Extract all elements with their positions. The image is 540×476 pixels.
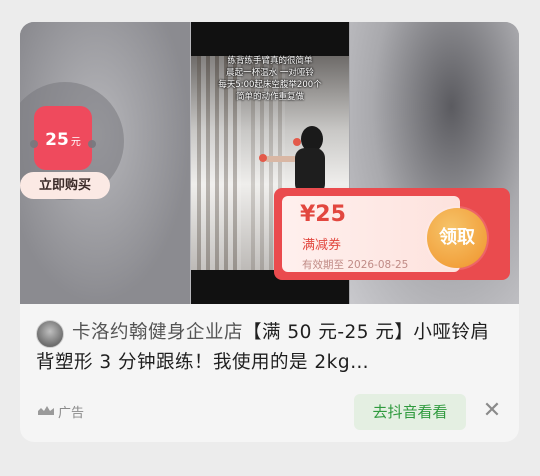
ad-wave-icon [38,406,54,415]
video-thumbnail[interactable]: 练背练手臂真的很简单 晨起一杯温水 一对哑铃 每天5:00起床空腹举200个 简… [20,22,519,304]
claim-button[interactable]: 领取 [427,208,487,268]
post-title[interactable]: 卡洛约翰健身企业店【满 50 元-25 元】小哑铃肩背塑形 3 分钟跟练！我使用… [36,318,506,378]
dumbbell-right [293,138,301,146]
coupon-type: 满减券 [302,238,342,253]
caption-line: 每天5:00起床空腹举200个 [218,80,322,90]
coupon-amount: ¥25 [300,202,346,227]
coupon-expiry: 有效期至 2026-08-25 [302,259,409,271]
shop-name[interactable]: 卡洛约翰健身企业店 [72,322,243,343]
caption-line: 练背练手臂真的很简单 [227,56,313,66]
open-douyin-button[interactable]: 去抖音看看 [354,394,466,430]
red-envelope-amount: 25 元 [45,130,81,150]
caption-line: 晨起一杯温水 一对哑铃 [226,68,314,78]
red-envelope-coupon[interactable]: 25 元 [30,106,96,170]
coupon-card[interactable]: ¥25 满减券 有效期至 2026-08-25 领取 [274,188,510,280]
ad-card[interactable]: 练背练手臂真的很简单 晨起一杯温水 一对哑铃 每天5:00起床空腹举200个 简… [20,22,519,442]
video-caption: 练背练手臂真的很简单 晨起一杯温水 一对哑铃 每天5:00起床空腹举200个 简… [191,55,349,103]
ad-label: 广告 [58,406,85,421]
close-icon[interactable]: ✕ [481,400,503,422]
buy-now-button[interactable]: 立即购买 [20,172,110,199]
dumbbell-left [259,154,267,162]
ad-footer: 广告 去抖音看看 ✕ [36,394,506,430]
caption-line: 简单的动作重复做 [235,92,304,102]
